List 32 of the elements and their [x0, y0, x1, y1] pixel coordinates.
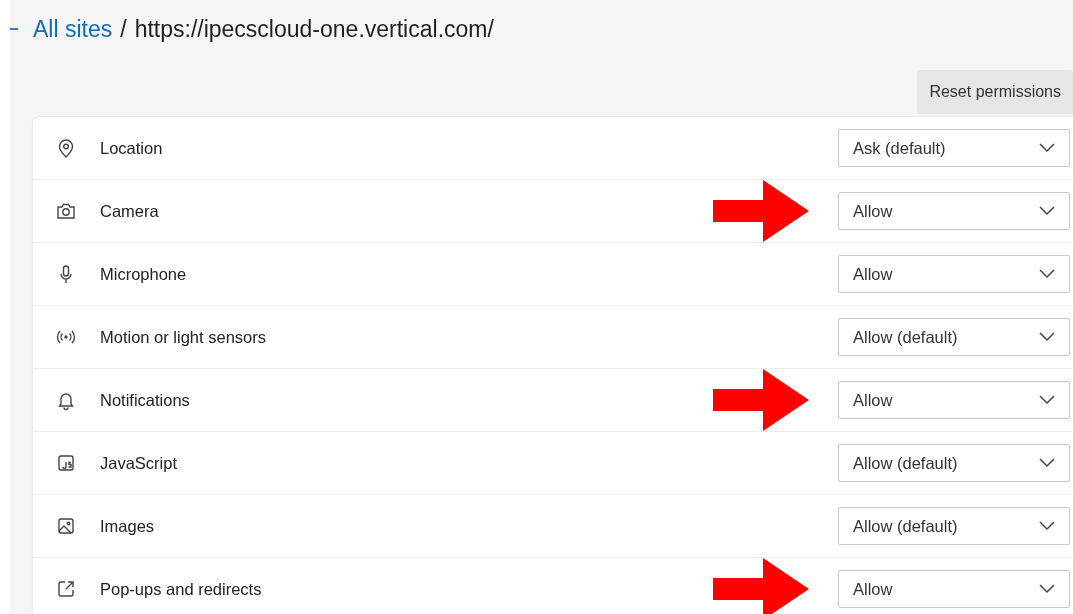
reset-permissions-button[interactable]: Reset permissions	[917, 70, 1073, 114]
chevron-down-icon	[1039, 143, 1055, 153]
site-url: https://ipecscloud-one.vertical.com/	[134, 15, 494, 43]
permission-dropdown[interactable]: Allow (default)	[838, 507, 1070, 545]
permission-label: Motion or light sensors	[100, 327, 267, 347]
permission-label: Location	[100, 138, 164, 158]
chevron-down-icon	[1039, 269, 1055, 279]
permission-label: JavaScript	[100, 453, 179, 473]
chevron-down-icon	[1039, 584, 1055, 594]
permission-dropdown[interactable]: Allow (default)	[838, 318, 1070, 356]
external-link-icon	[55, 578, 77, 600]
permission-dropdown[interactable]: Allow	[838, 570, 1070, 608]
permission-dropdown[interactable]: Allow	[838, 381, 1070, 419]
chevron-down-icon	[1039, 521, 1055, 531]
javascript-icon	[55, 452, 77, 474]
permission-dropdown[interactable]: Allow (default)	[838, 444, 1070, 482]
permission-dropdown[interactable]: Allow	[838, 192, 1070, 230]
breadcrumb-separator: /	[120, 15, 127, 43]
permission-label: Images	[100, 516, 156, 536]
permission-label: Notifications	[100, 390, 191, 410]
chevron-down-icon	[1039, 395, 1055, 405]
permission-dropdown[interactable]: Allow	[838, 255, 1070, 293]
permission-dropdown[interactable]: Ask (default)	[838, 129, 1070, 167]
chevron-down-icon	[1039, 206, 1055, 216]
permission-label: Camera	[100, 201, 160, 221]
breadcrumb-dash	[10, 28, 18, 30]
all-sites-link[interactable]: All sites	[33, 15, 113, 43]
permission-label: Pop-ups and redirects	[100, 579, 263, 599]
image-icon	[55, 515, 77, 537]
chevron-down-icon	[1039, 458, 1055, 468]
permission-label: Microphone	[100, 264, 188, 284]
chevron-down-icon	[1039, 332, 1055, 342]
